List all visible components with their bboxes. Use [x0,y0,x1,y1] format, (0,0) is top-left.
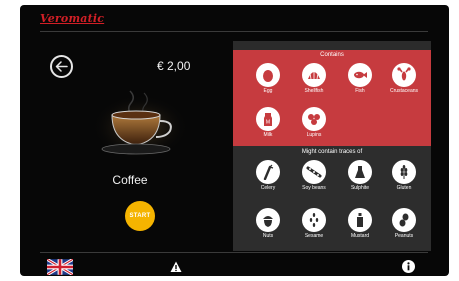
contains-title: Contains [320,52,344,58]
nuts-icon [263,216,273,227]
product-price: € 2,00 [157,59,191,73]
allergen-label: Crustaceans [389,88,419,94]
allergen-label: Gluten [396,185,412,191]
allergen-milk: M Milk [247,107,289,143]
allergen-label: Mustard [350,233,370,239]
peanuts-icon [399,213,409,227]
uk-flag-icon[interactable] [47,259,73,275]
allergen-label: Sulphite [350,185,370,191]
traces-title: Might contain traces of [301,149,363,155]
allergen-label: Lupins [306,132,322,138]
allergen-fish: Fish [339,63,381,99]
allergen-label: Peanuts [394,233,414,239]
milk-icon: M [264,113,272,126]
celery-icon [263,164,274,180]
allergen-label: Celery [260,185,276,191]
allergen-shellfish: Shellfish [293,63,335,99]
allergen-panel: Contains Egg Shellfish Fish Crustaceans … [233,41,431,251]
allergen-label: Shellfish [304,88,324,94]
allergen-label: Milk [263,132,273,138]
allergen-mustard: Mustard [339,208,381,244]
allergen-label: Fish [355,88,365,94]
soy-beans-icon [306,166,322,178]
warning-icon[interactable] [170,261,182,273]
svg-text:M: M [266,120,270,126]
kiosk-screen: Veromatic € 2,00 Coffee START Contains E… [20,5,449,276]
mustard-icon [357,213,363,227]
contains-section: Contains Egg Shellfish Fish Crustaceans … [233,50,431,146]
allergen-label: Sesame [304,233,324,239]
info-button[interactable] [402,260,415,273]
allergen-peanuts: Peanuts [383,208,425,244]
lupins-icon [308,114,320,125]
info-icon [407,262,410,271]
allergen-gluten: Gluten [383,160,425,196]
shellfish-icon [308,71,320,80]
allergen-sesame: Sesame [293,208,335,244]
back-button[interactable] [50,55,73,78]
fish-icon [354,71,367,79]
product-name: Coffee [112,173,148,187]
allergen-lupins: Lupins [293,107,335,143]
coffee-cup-image [92,90,188,159]
brand-logo: Veromatic [40,12,105,25]
allergen-crustaceans: Crustaceans [383,63,425,99]
crustaceans-icon [397,67,411,81]
allergen-nuts: Nuts [247,208,289,244]
allergen-label: Egg [263,88,273,94]
arrow-left-icon [55,61,68,72]
start-button[interactable]: START [125,201,155,231]
traces-section: Might contain traces of Celery Soy beans… [233,146,431,251]
sesame-icon [309,213,319,227]
header-divider [40,31,428,32]
gluten-icon [400,165,408,179]
allergen-soy-beans: Soy beans [293,160,335,196]
allergen-label: Soy beans [302,185,326,191]
egg-icon [263,70,273,82]
allergen-egg: Egg [247,63,289,99]
allergen-label: Nuts [262,233,274,239]
allergen-sulphite: Sulphite [339,160,381,196]
sulphite-icon [355,166,365,178]
allergen-celery: Celery [247,160,289,196]
footer-divider [40,252,428,253]
